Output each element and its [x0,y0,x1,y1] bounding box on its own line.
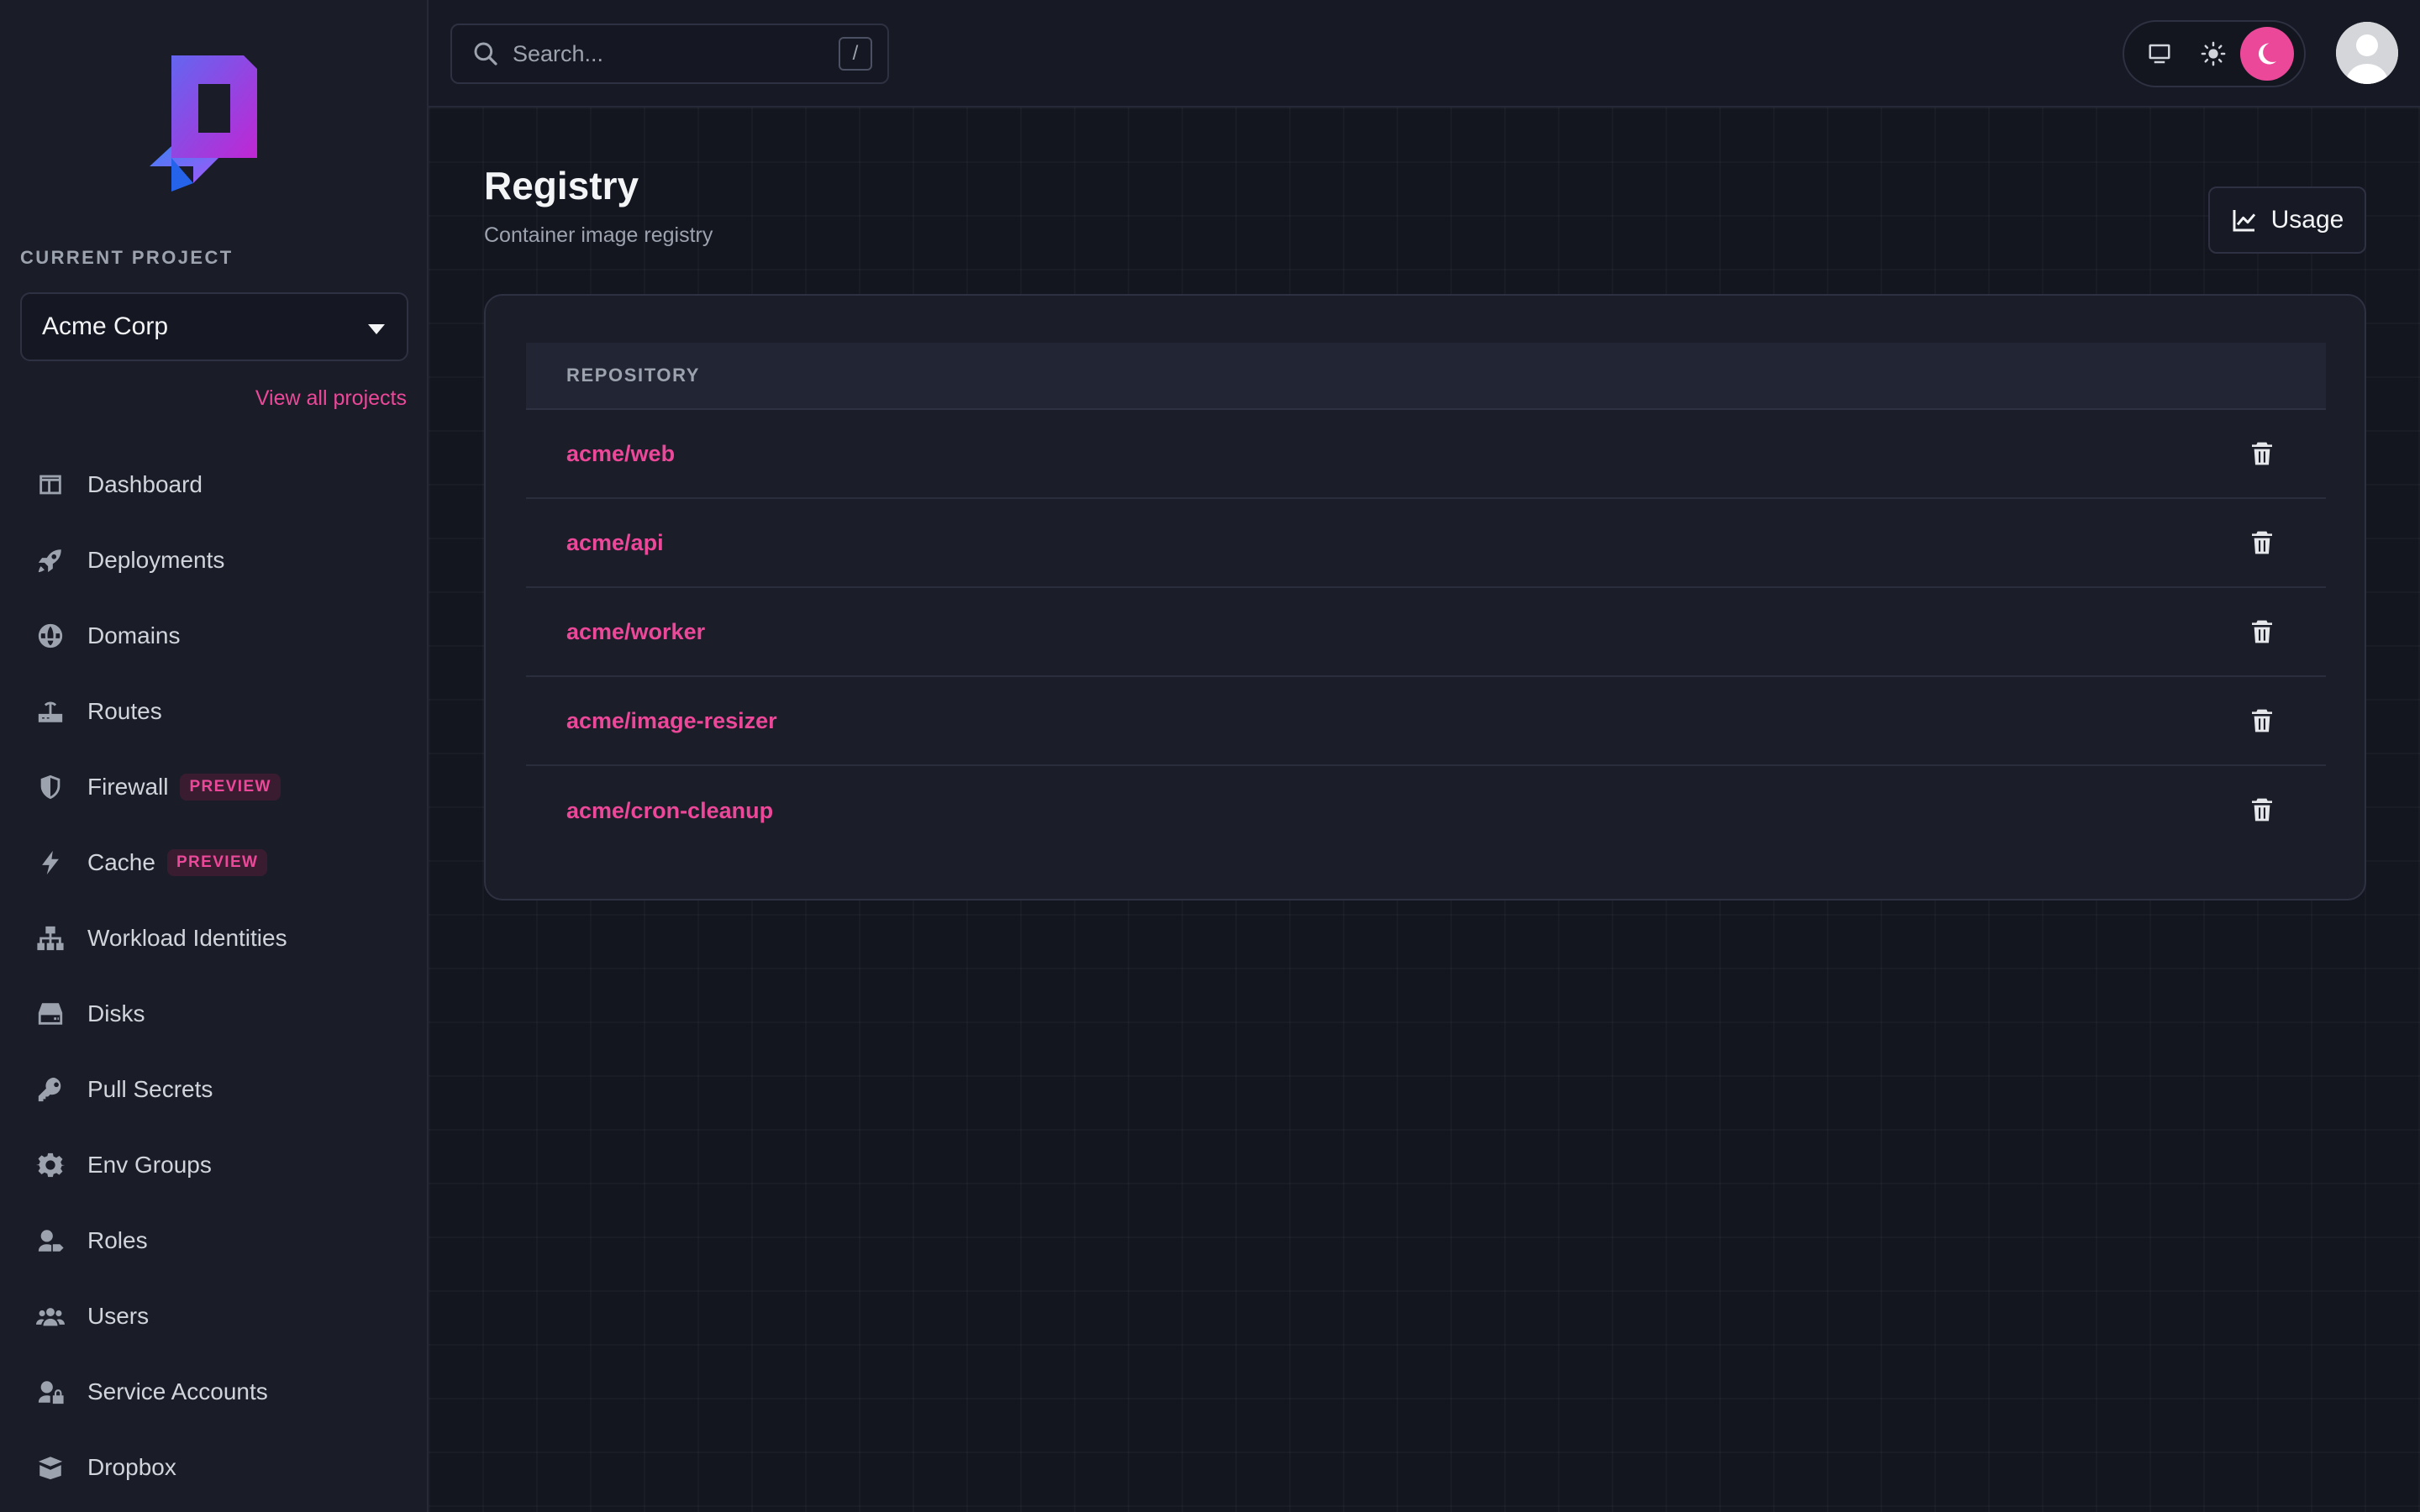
sidebar-item-label: Cache [87,849,155,875]
search-input[interactable] [513,40,839,67]
delete-button[interactable] [2249,618,2275,645]
sidebar-item-label: Workload Identities [87,925,287,951]
delete-button[interactable] [2249,796,2275,823]
theme-dark-button[interactable] [2240,27,2294,81]
disk-icon [34,997,67,1031]
sidebar-item-env-groups[interactable]: Env Groups [0,1127,429,1203]
delete-button[interactable] [2249,529,2275,556]
sidebar-item-label: Users [87,1303,150,1329]
column-header-repository: REPOSITORY [566,365,701,386]
moon-icon [2259,43,2276,65]
repository-link[interactable]: acme/worker [566,619,705,645]
sidebar-item-disks[interactable]: Disks [0,976,429,1052]
table-header: REPOSITORY [526,343,2326,410]
repository-link[interactable]: acme/web [566,441,675,467]
sidebar-item-domains[interactable]: Domains [0,598,429,674]
sidebar-item-routes[interactable]: Routes [0,674,429,749]
trash-icon [2252,531,2272,554]
sidebar-item-users[interactable]: Users [0,1278,429,1354]
search-icon [474,42,497,66]
repository-link[interactable]: acme/image-resizer [566,708,777,734]
project-selector[interactable]: Acme Corp [20,292,408,361]
bolt-icon [34,846,67,879]
delete-button[interactable] [2249,440,2275,467]
top-bar: / [429,0,2420,108]
table-row: acme/api [526,499,2326,588]
theme-toggle [2123,20,2306,87]
repository-card: REPOSITORY acme/web acme/api acme/worker [484,294,2366,900]
table-row: acme/web [526,410,2326,499]
chart-line-icon [2233,210,2255,232]
sidebar-nav: Dashboard Deployments Domains Routes Fir… [0,447,429,1505]
sidebar-item-pull-secrets[interactable]: Pull Secrets [0,1052,429,1127]
table-row: acme/cron-cleanup [526,766,2326,855]
repository-link[interactable]: acme/api [566,530,664,556]
network-icon [34,921,67,955]
page-title: Registry [484,164,639,207]
shield-icon [34,770,67,804]
sidebar-item-roles[interactable]: Roles [0,1203,429,1278]
sidebar-item-label: Roles [87,1227,148,1253]
user-lock-icon [34,1375,67,1409]
usage-button[interactable]: Usage [2208,186,2366,254]
sun-icon [2201,41,2226,66]
view-all-projects-link[interactable]: View all projects [255,386,407,411]
globe-icon [34,619,67,653]
key-icon [34,1073,67,1106]
app-logo[interactable] [146,52,260,192]
sidebar-item-label: Firewall [87,774,169,800]
trash-icon [2252,709,2272,732]
rocket-icon [34,543,67,577]
sidebar-item-label: Disks [87,1000,145,1026]
delete-button[interactable] [2249,707,2275,734]
table-row: acme/image-resizer [526,677,2326,766]
preview-badge: PREVIEW [180,774,281,801]
sidebar: CURRENT PROJECT Acme Corp View all proje… [0,0,429,1512]
sidebar-item-deployments[interactable]: Deployments [0,522,429,598]
repository-table: REPOSITORY acme/web acme/api acme/worker [526,343,2326,855]
sidebar-item-workload-identities[interactable]: Workload Identities [0,900,429,976]
theme-light-button[interactable] [2186,27,2240,81]
search-shortcut-key: / [839,37,872,71]
sidebar-item-cache[interactable]: Cache PREVIEW [0,825,429,900]
preview-badge: PREVIEW [166,849,268,876]
sidebar-item-dropbox[interactable]: Dropbox [0,1430,429,1505]
box-open-icon [34,1451,67,1484]
user-avatar[interactable] [2336,22,2398,84]
sidebar-item-label: Routes [87,698,162,724]
project-selector-value: Acme Corp [42,312,169,340]
sidebar-item-label: Deployments [87,547,225,573]
gear-icon [34,1148,67,1182]
sidebar-item-label: Domains [87,622,181,648]
main-content: Registry Container image registry Usage … [429,108,2420,1512]
user-tag-icon [34,1224,67,1257]
dashboard-icon [34,468,67,501]
sidebar-item-label: Dashboard [87,471,203,497]
trash-icon [2252,620,2272,643]
sidebar-item-firewall[interactable]: Firewall PREVIEW [0,749,429,825]
router-icon [34,695,67,728]
sidebar-item-service-accounts[interactable]: Service Accounts [0,1354,429,1430]
repository-link[interactable]: acme/cron-cleanup [566,798,773,824]
current-project-label: CURRENT PROJECT [20,247,234,268]
search-box[interactable]: / [450,24,889,84]
sidebar-item-label: Dropbox [87,1454,176,1480]
sidebar-item-dashboard[interactable]: Dashboard [0,447,429,522]
sidebar-item-label: Pull Secrets [87,1076,213,1102]
trash-icon [2252,442,2272,465]
caret-down-icon [368,324,385,334]
monitor-icon [2149,44,2170,64]
page-subtitle: Container image registry [484,223,713,247]
table-row: acme/worker [526,588,2326,677]
sidebar-item-label: Env Groups [87,1152,212,1178]
trash-icon [2252,798,2272,822]
theme-system-button[interactable] [2133,27,2186,81]
sidebar-item-label: Service Accounts [87,1378,268,1404]
usage-button-label: Usage [2270,206,2344,234]
users-icon [34,1299,67,1333]
